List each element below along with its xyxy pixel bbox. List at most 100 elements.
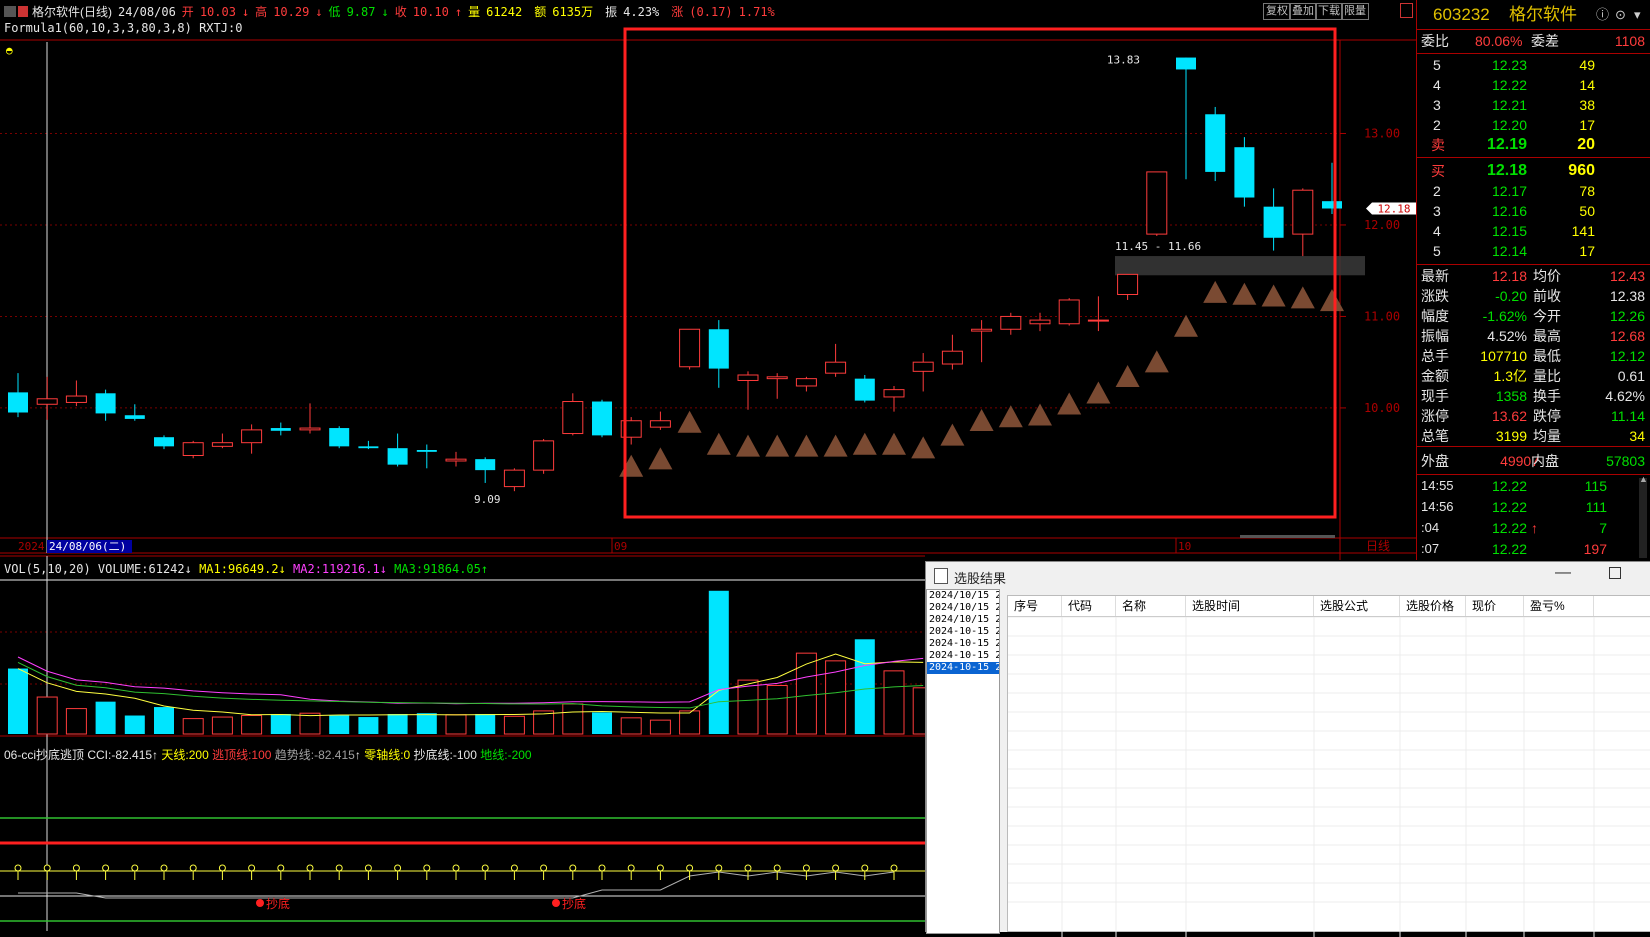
results-table[interactable]: 序号 代码 名称 选股时间 选股公式 选股价格 现价 盈亏% bbox=[1007, 595, 1650, 937]
buy-signal-triangle bbox=[1290, 286, 1315, 309]
kline-mode-icon[interactable] bbox=[4, 6, 16, 17]
zero-marker bbox=[540, 864, 548, 872]
zero-marker bbox=[890, 864, 898, 872]
buy-signal-triangle bbox=[969, 408, 994, 431]
zero-marker bbox=[773, 864, 781, 872]
zero-marker bbox=[452, 864, 460, 872]
info-icon[interactable]: ⓘ bbox=[1596, 4, 1609, 26]
chaodi-signal-dot bbox=[552, 899, 560, 907]
column-header[interactable]: 选股价格 bbox=[1400, 596, 1466, 616]
volume-bar bbox=[766, 684, 788, 735]
wb-label: 委比 bbox=[1421, 33, 1449, 49]
volume-bar bbox=[416, 713, 437, 734]
high-label: 13.83 bbox=[1107, 54, 1140, 67]
column-header[interactable]: 选股公式 bbox=[1314, 596, 1400, 616]
restore-rights-button[interactable]: 复权 bbox=[1263, 3, 1291, 20]
candle bbox=[941, 334, 963, 370]
column-header[interactable]: 名称 bbox=[1116, 596, 1186, 616]
header-date: 24/08/06 bbox=[118, 5, 176, 19]
current-price-label: 12.18 bbox=[1377, 202, 1410, 215]
column-header[interactable]: 现价 bbox=[1466, 596, 1524, 616]
tick-scrollbar[interactable] bbox=[1639, 478, 1647, 558]
zero-marker bbox=[248, 864, 256, 872]
ask-row: 5 12.23 49 bbox=[1433, 57, 1595, 73]
tianxian-value: 天线:200 bbox=[161, 748, 209, 762]
buy-signal-triangle bbox=[1115, 365, 1140, 388]
history-item[interactable]: 2024-10-15 21 bbox=[927, 626, 999, 638]
zero-marker bbox=[627, 864, 635, 872]
ma2-value: MA2:119216.1 bbox=[293, 562, 380, 576]
zoom-icon[interactable]: ◓ bbox=[6, 44, 13, 57]
dixian-value: 地线:-200 bbox=[480, 748, 532, 762]
candle bbox=[971, 320, 993, 363]
zero-marker bbox=[364, 864, 372, 872]
volume-bar bbox=[8, 668, 28, 734]
bid-row: 5 12.14 17 bbox=[1433, 243, 1595, 259]
volume-bar bbox=[358, 717, 379, 734]
minimize-button[interactable]: — bbox=[1555, 564, 1571, 582]
price-tick-label: 11.00 bbox=[1364, 309, 1400, 323]
panel-toggle-icon[interactable] bbox=[1400, 3, 1413, 18]
buy-signal-triangle bbox=[940, 423, 965, 446]
zero-marker bbox=[656, 864, 664, 872]
chart-scrollbar bbox=[1240, 535, 1335, 538]
volume-bar bbox=[912, 687, 925, 735]
chaodi-signal-dot bbox=[256, 899, 264, 907]
maximize-button[interactable] bbox=[1609, 567, 1621, 579]
bid-row: 买 12.18 960 bbox=[1431, 162, 1595, 179]
history-item[interactable]: 2024-10-15 22 bbox=[927, 662, 999, 674]
volume-bar bbox=[854, 639, 875, 734]
column-header[interactable]: 代码 bbox=[1062, 596, 1116, 616]
history-item[interactable]: 2024/10/15 21 bbox=[927, 602, 999, 614]
volume-bar bbox=[475, 713, 496, 734]
wc-label: 委差 bbox=[1531, 33, 1559, 49]
ma3-value: MA3:91864.05 bbox=[394, 562, 481, 576]
chaodi-signal-label: 抄底 bbox=[562, 896, 586, 911]
history-item[interactable]: 2024/10/15 20 bbox=[927, 590, 999, 602]
volume-bar bbox=[36, 696, 58, 735]
high-value: 高 10.29 ↓ bbox=[255, 5, 323, 19]
limit-button[interactable]: 限量 bbox=[1341, 3, 1369, 20]
results-table-header: 序号 代码 名称 选股时间 选股公式 选股价格 现价 盈亏% bbox=[1008, 596, 1650, 617]
quote-header: 格尔软件(日线) 24/08/06 开 10.03 ↓ 高 10.29 ↓ 低 9.87 ↓ 收 10.… bbox=[4, 3, 787, 20]
column-header[interactable]: 盈亏% bbox=[1524, 596, 1594, 616]
inner-value: 57803 bbox=[1606, 453, 1645, 469]
candle bbox=[1087, 296, 1109, 332]
amplitude-value: 振 4.23% bbox=[605, 5, 660, 19]
volume-bar bbox=[620, 717, 642, 735]
zero-marker bbox=[277, 864, 285, 872]
candle bbox=[1029, 312, 1051, 332]
scroll-up-icon[interactable]: ▲ bbox=[1639, 474, 1648, 484]
column-header[interactable]: 选股时间 bbox=[1186, 596, 1314, 616]
dropdown-icon[interactable]: ▾ bbox=[1634, 4, 1641, 26]
stock-selection-dialog[interactable]: 选股结果 — 2024/10/15 20 2024/10/15 21 2024/10… bbox=[925, 561, 1650, 937]
low-value: 低 9.87 ↓ bbox=[328, 5, 389, 19]
change-value: 涨 (0.17) 1.71% bbox=[671, 5, 775, 19]
chaodi-value: 抄底线:-100 bbox=[413, 748, 477, 762]
history-item[interactable]: 2024/10/15 21 bbox=[927, 614, 999, 626]
history-item[interactable]: 2024-10-15 21 bbox=[927, 638, 999, 650]
tick-row: :04 12.22 ↑ 7 bbox=[1421, 520, 1607, 536]
candle bbox=[1117, 273, 1139, 300]
month-label-2: 10 bbox=[1178, 540, 1191, 553]
volume-bar bbox=[679, 710, 701, 735]
ask-row: 3 12.21 38 bbox=[1433, 97, 1595, 113]
overlay-button[interactable]: 叠加 bbox=[1289, 3, 1317, 20]
tick-row: 14:55 12.22 115 bbox=[1421, 478, 1607, 494]
stock-name: 格尔软件 bbox=[1509, 5, 1577, 24]
selection-history-list[interactable]: 2024/10/15 20 2024/10/15 21 2024/10/15 21 2… bbox=[926, 589, 1000, 934]
volume-header: VOL(5,10,20) VOLUME:61242↓ MA1:96649.2↓ … bbox=[4, 562, 489, 576]
volume-bar bbox=[95, 701, 116, 734]
indicator-panels[interactable]: 抄底 抄底 bbox=[0, 0, 925, 931]
column-header[interactable]: 序号 bbox=[1008, 596, 1062, 616]
volume-value: 量 61242 bbox=[468, 5, 523, 19]
inner-label: 内盘 bbox=[1531, 453, 1559, 469]
volume-title: VOL(5,10,20) VOLUME:61242 bbox=[4, 562, 185, 576]
volume-bar bbox=[154, 707, 174, 734]
zero-marker bbox=[14, 864, 22, 872]
history-item[interactable]: 2024-10-15 22 bbox=[927, 650, 999, 662]
zero-marker bbox=[102, 864, 110, 872]
zero-marker bbox=[598, 864, 606, 872]
settings-icon[interactable]: ⊙ bbox=[1615, 4, 1626, 26]
download-button[interactable]: 下载 bbox=[1315, 3, 1343, 20]
